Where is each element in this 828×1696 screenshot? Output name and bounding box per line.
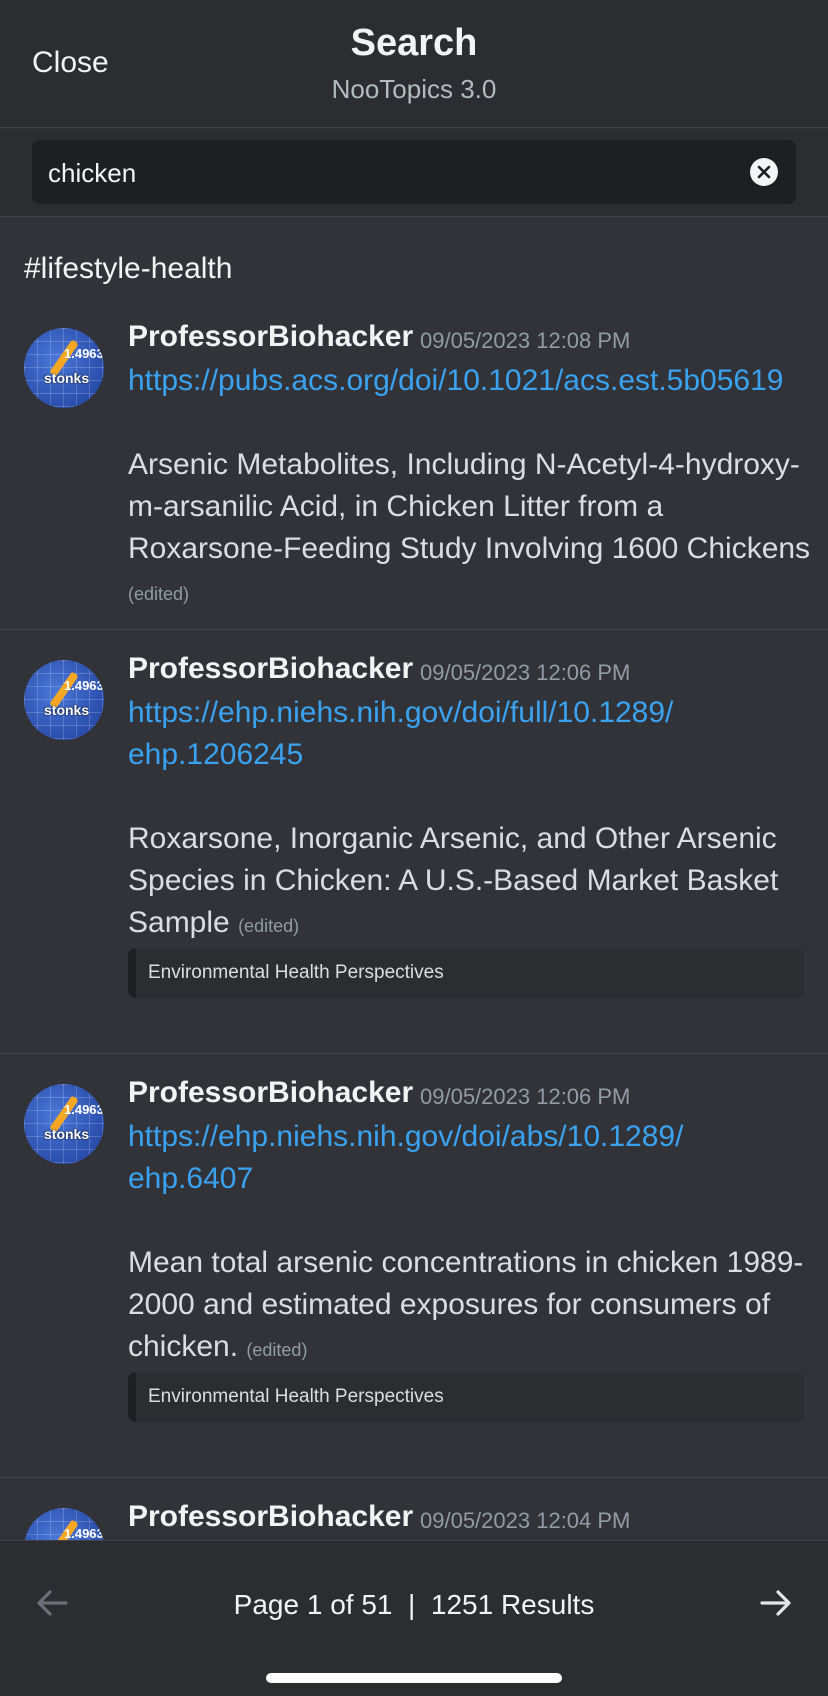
search-results[interactable]: #lifestyle-health 1.4963 stonks Professo…: [0, 218, 828, 1540]
embed-provider: Environmental Health Perspectives: [148, 962, 444, 983]
page-label: Page 1 of 51: [233, 1589, 393, 1620]
home-indicator[interactable]: [266, 1673, 562, 1683]
message-link[interactable]: https://ehp.niehs.nih.gov/doi/full/10.12…: [128, 692, 728, 776]
link-embed[interactable]: Environmental Health Perspectives: [128, 1372, 804, 1422]
page-title: Search: [350, 22, 478, 64]
pagination-info: Page 1 of 51 | 1251 Results: [0, 1589, 828, 1621]
message-author[interactable]: ProfessorBiohacker: [128, 320, 413, 354]
search-result-message[interactable]: 1.4963 stonks ProfessorBiohacker 09/05/2…: [0, 1478, 828, 1540]
message-author[interactable]: ProfessorBiohacker: [128, 1076, 413, 1110]
message-timestamp: 09/05/2023 12:08 PM: [420, 328, 631, 353]
message-author[interactable]: ProfessorBiohacker: [128, 1500, 413, 1534]
embed-provider: Environmental Health Perspectives: [148, 1386, 444, 1407]
search-result-message[interactable]: 1.4963 stonks ProfessorBiohacker 09/05/2…: [0, 1054, 828, 1478]
search-result-message[interactable]: 1.4963 stonks ProfessorBiohacker 09/05/2…: [0, 298, 828, 630]
message-link[interactable]: https://pubs.acs.org/doi/10.1021/acs.est…: [128, 360, 808, 402]
next-page-button[interactable]: [756, 1583, 796, 1623]
message-timestamp: 09/05/2023 12:06 PM: [420, 1084, 631, 1109]
avatar[interactable]: 1.4963 stonks: [24, 328, 104, 408]
avatar[interactable]: 1.4963 stonks: [24, 660, 104, 740]
search-result-message[interactable]: 1.4963 stonks ProfessorBiohacker 09/05/2…: [0, 630, 828, 1054]
channel-name[interactable]: #lifestyle-health: [24, 252, 232, 286]
server-name: NooTopics 3.0: [331, 74, 497, 104]
avatar[interactable]: 1.4963 stonks: [24, 1084, 104, 1164]
arrow-right-icon: [760, 1590, 791, 1616]
search-box[interactable]: [32, 140, 796, 204]
edited-label: (edited): [128, 584, 190, 604]
message-timestamp: 09/05/2023 12:04 PM: [420, 1508, 631, 1533]
link-embed[interactable]: Environmental Health Perspectives: [128, 948, 804, 998]
avatar[interactable]: 1.4963 stonks: [24, 1508, 104, 1540]
pagination-separator: |: [408, 1589, 416, 1620]
message-text: Arsenic Metabolites, Including N-Acetyl-…: [128, 448, 811, 604]
edited-label: (edited): [238, 916, 300, 936]
message-text: Mean total arsenic concentrations in chi…: [128, 1246, 804, 1363]
pagination-footer: Page 1 of 51 | 1251 Results: [0, 1540, 828, 1696]
message-timestamp: 09/05/2023 12:06 PM: [420, 660, 631, 685]
edited-label: (edited): [246, 1340, 308, 1360]
search-input[interactable]: [48, 158, 708, 189]
results-count: 1251 Results: [430, 1589, 595, 1620]
message-link[interactable]: https://ehp.niehs.nih.gov/doi/abs/10.128…: [128, 1116, 728, 1200]
message-author[interactable]: ProfessorBiohacker: [128, 652, 413, 686]
message-text: Roxarsone, Inorganic Arsenic, and Other …: [128, 822, 779, 939]
header: Close Search NooTopics 3.0: [0, 0, 828, 128]
search-bar: [0, 129, 828, 217]
clear-search-icon[interactable]: [750, 158, 778, 186]
